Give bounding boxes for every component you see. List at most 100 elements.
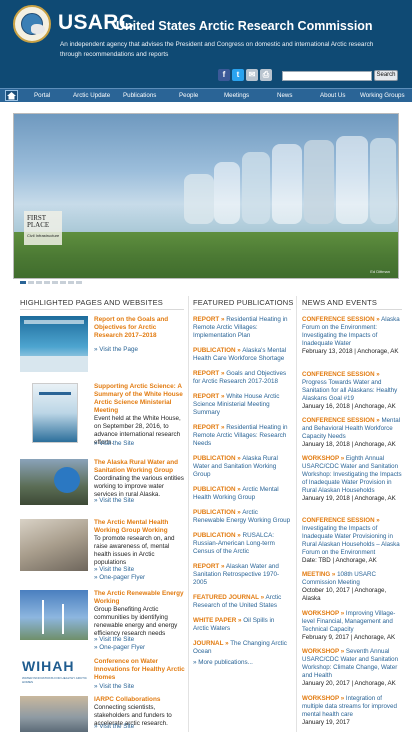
nav-item-about-us[interactable]: About Us (320, 92, 345, 99)
publication-type: JOURNAL » (193, 640, 229, 647)
news-type: WORKSHOP » (302, 455, 345, 462)
highlight-title[interactable]: Supporting Arctic Science: A Summary of … (94, 383, 186, 415)
white-house-summary-cover[interactable] (32, 383, 78, 443)
highlight-flyer-link[interactable]: » One-pager Flyer (94, 574, 145, 582)
news-item[interactable]: CONFERENCE SESSION » Investigating the I… (302, 517, 402, 565)
publication-item[interactable]: PUBLICATION » Arctic Renewable Energy Wo… (193, 509, 291, 525)
publication-type: PUBLICATION » (193, 509, 241, 516)
slide-dot[interactable] (68, 281, 74, 284)
highlight-title[interactable]: Conference on Water Innovations for Heal… (94, 658, 186, 682)
slide-dot[interactable] (52, 281, 58, 284)
news-item[interactable]: MEETING » 108th USARC Commission Meeting… (302, 571, 402, 603)
news-date: January 20, 2017 | Anchorage, AK (302, 680, 396, 687)
nav-item-working-groups[interactable]: Working Groups (360, 92, 405, 99)
news-type: WORKSHOP » (302, 610, 345, 617)
publication-type: WHITE PAPER » (193, 617, 242, 624)
goals-report-cover[interactable] (20, 316, 88, 372)
publication-item[interactable]: REPORT » Residential Heating in Remote A… (193, 424, 291, 448)
slide-dot[interactable] (44, 281, 50, 284)
highlight-flyer-link[interactable]: » One-pager Flyer (94, 644, 145, 652)
publication-item[interactable]: PUBLICATION » RUSALCA: Russian-American … (193, 532, 291, 556)
news-item[interactable]: WORKSHOP » Seventh Annual USARC/CDC Wate… (302, 648, 402, 688)
slide-dot[interactable] (60, 281, 66, 284)
column-divider (188, 296, 189, 732)
divider (193, 309, 291, 310)
publication-item[interactable]: PUBLICATION » Alaska Rural Water and San… (193, 455, 291, 479)
turbine-tower (42, 600, 44, 634)
hero-slideshow[interactable]: FIRST PLACE Civil Infrastructure Ed Ditt… (13, 113, 399, 279)
publication-item[interactable]: JOURNAL » The Changing Arctic Ocean (193, 640, 291, 656)
mental-health-photo[interactable] (20, 519, 88, 571)
highlight-link[interactable]: » Visit the Site (94, 723, 134, 731)
publication-item[interactable]: REPORT » Goals and Objectives for Arctic… (193, 370, 291, 386)
slide-dot[interactable] (76, 281, 82, 284)
award-subtitle: Civil Infrastructure (27, 233, 60, 238)
publication-item[interactable]: FEATURED JOURNAL » Arctic Research of th… (193, 594, 291, 610)
slide-dot[interactable] (28, 281, 34, 284)
highlight-description: To promote research on, and raise awaren… (94, 535, 175, 566)
news-type: MEETING » (302, 571, 336, 578)
highlights-heading: HIGHLIGHTED PAGES AND WEBSITES (20, 298, 163, 307)
divider (302, 309, 402, 310)
highlight-title[interactable]: The Arctic Renewable Energy Working (94, 590, 186, 606)
usarc-seal-logo[interactable] (13, 5, 51, 43)
nav-item-meetings[interactable]: Meetings (224, 92, 249, 99)
home-icon[interactable] (5, 90, 18, 101)
hero-shape (304, 140, 334, 224)
nav-item-news[interactable]: News (277, 92, 292, 99)
wihah-logo-subtext: WATER INNOVATIONS FOR HEALTHY ARCTIC HOM… (22, 676, 87, 684)
news-item[interactable]: WORKSHOP » Improving Village-level Finan… (302, 610, 402, 642)
publication-type: REPORT » (193, 370, 225, 377)
print-icon[interactable]: ⎙ (260, 69, 272, 81)
highlight-link[interactable]: » Visit the Page (94, 346, 138, 354)
highlight-link[interactable]: » Visit the Site (94, 497, 134, 505)
wihah-logo[interactable]: WIHAH WATER INNOVATIONS FOR HEALTHY ARCT… (20, 658, 88, 686)
publication-item[interactable]: REPORT » Residential Heating in Remote A… (193, 316, 291, 340)
twitter-icon[interactable]: t (232, 69, 244, 81)
publication-item[interactable]: REPORT » White House Arctic Science Mini… (193, 393, 291, 417)
email-icon[interactable]: ✉ (246, 69, 258, 81)
publication-type: REPORT » (193, 563, 225, 570)
highlight-title[interactable]: The Arctic Mental Health Working Group W… (94, 519, 186, 535)
highlight-link[interactable]: » Visit the Site (94, 566, 134, 574)
seal-landmass (31, 24, 45, 34)
news-item[interactable]: CONFERENCE SESSION » Mental and Behavior… (302, 417, 402, 449)
publication-item[interactable]: WHITE PAPER » Oil Spills in Arctic Water… (193, 617, 291, 633)
slide-dot[interactable] (36, 281, 42, 284)
search-input[interactable] (282, 71, 372, 81)
news-heading: NEWS AND EVENTS (302, 298, 378, 307)
nav-item-publications[interactable]: Publications (123, 92, 156, 99)
highlight-title[interactable]: Report on the Goals and Objectives for A… (94, 316, 186, 340)
highlight-link[interactable]: » Visit the Site (94, 440, 134, 448)
search-button[interactable]: Search (374, 70, 398, 81)
facebook-glyph: f (222, 70, 226, 79)
news-item[interactable]: WORKSHOP » Eighth Annual USARC/CDC Water… (302, 455, 402, 503)
rural-water-photo[interactable] (20, 459, 88, 505)
facebook-icon[interactable]: f (218, 69, 230, 81)
news-item[interactable]: CONFERENCE SESSION » Alaska Forum on the… (302, 316, 402, 356)
publication-item[interactable]: PUBLICATION » Alaska's Mental Health Car… (193, 347, 291, 363)
publication-type: PUBLICATION » (193, 532, 241, 539)
news-date: October 10, 2017 | Anchorage, Alaska (302, 587, 387, 602)
nav-item-arctic-update[interactable]: Arctic Update (73, 92, 110, 99)
highlight-title[interactable]: IARPC Collaborations (94, 696, 186, 704)
cover-title-bar (24, 320, 84, 324)
nav-item-people[interactable]: People (179, 92, 198, 99)
highlight-title[interactable]: The Alaska Rural Water and Sanitation Wo… (94, 459, 186, 475)
publication-item[interactable]: PUBLICATION » Arctic Mental Health Worki… (193, 486, 291, 502)
iarpc-photo[interactable] (20, 696, 88, 732)
highlight-description: Coordinating the various entities workin… (94, 475, 184, 498)
more-publications-link[interactable]: » More publications... (193, 659, 253, 666)
news-item[interactable]: WORKSHOP » Integration of multiple data … (302, 695, 402, 727)
news-item[interactable]: CONFERENCE SESSION » Progress Towards Wa… (302, 371, 402, 411)
news-date: February 13, 2018 | Anchorage, AK (302, 348, 399, 355)
publication-type: PUBLICATION » (193, 455, 241, 462)
slide-dot[interactable] (20, 281, 26, 284)
highlight-link[interactable]: » Visit the Site (94, 636, 134, 644)
highlight-link[interactable]: » Visit the Site (94, 683, 134, 691)
nav-item-portal[interactable]: Portal (34, 92, 50, 99)
print-glyph: ⎙ (262, 70, 270, 79)
site-header: USARC United States Arctic Research Comm… (0, 0, 412, 88)
renewable-energy-photo[interactable] (20, 590, 88, 640)
publication-item[interactable]: REPORT » Alaskan Water and Sanitation Re… (193, 563, 291, 587)
